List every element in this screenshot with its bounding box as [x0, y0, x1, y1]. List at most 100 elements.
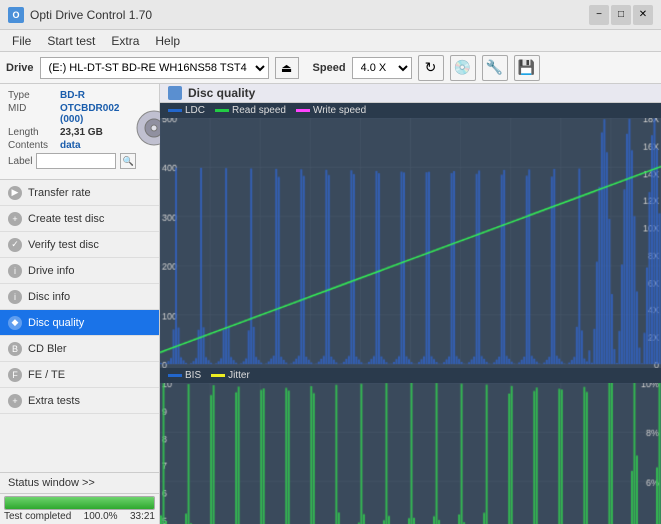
chart-top-ldc: LDC Read speed Write speed [160, 103, 661, 368]
bis-label: BIS [185, 370, 201, 381]
length-label: Length [8, 127, 60, 138]
minimize-button[interactable]: − [589, 5, 609, 25]
eject-button[interactable]: ⏏ [275, 57, 299, 79]
length-value: 23,31 GB [60, 127, 103, 138]
contents-label: Contents [8, 140, 60, 151]
drivebar: Drive (E:) HL-DT-ST BD-RE WH16NS58 TST4 … [0, 52, 661, 84]
label-label: Label [8, 156, 32, 167]
charts-area: LDC Read speed Write speed [160, 103, 661, 524]
drive-info-icon: i [8, 264, 22, 278]
quality-header: Disc quality [160, 84, 661, 103]
nav-verify-test-disc-label: Verify test disc [28, 239, 99, 251]
mid-label: MID [8, 103, 60, 125]
ldc-color [168, 109, 182, 112]
disc-info-text: Type BD-R MID OTCBDR002 (000) Length 23,… [8, 90, 136, 169]
nav-fe-te[interactable]: F FE / TE [0, 362, 159, 388]
verify-test-disc-icon: ✓ [8, 238, 22, 252]
menubar: File Start test Extra Help [0, 30, 661, 52]
top-chart-canvas [160, 118, 661, 381]
nav-disc-quality[interactable]: ◆ Disc quality [0, 310, 159, 336]
nav-cd-bler[interactable]: B CD Bler [0, 336, 159, 362]
sidebar: Type BD-R MID OTCBDR002 (000) Length 23,… [0, 84, 160, 524]
nav-disc-info[interactable]: i Disc info [0, 284, 159, 310]
menu-extra[interactable]: Extra [103, 32, 147, 50]
burn-button[interactable]: 💿 [450, 55, 476, 81]
create-test-disc-icon: + [8, 212, 22, 226]
progress-bar [4, 496, 155, 510]
drive-select[interactable]: (E:) HL-DT-ST BD-RE WH16NS58 TST4 [40, 57, 269, 79]
nav-fe-te-label: FE / TE [28, 369, 65, 381]
disc-quality-icon: ◆ [8, 316, 22, 330]
nav-verify-test-disc[interactable]: ✓ Verify test disc [0, 232, 159, 258]
speed-select[interactable]: 4.0 X 1.0 X 2.0 X 8.0 X [352, 57, 412, 79]
window-controls: − □ ✕ [589, 5, 653, 25]
progress-area: Test completed 100.0% 33:21 [0, 493, 159, 524]
nav-transfer-rate[interactable]: ▶ Transfer rate [0, 180, 159, 206]
progress-percent: 100.0% [84, 511, 118, 522]
nav-drive-info-label: Drive info [28, 265, 74, 277]
disc-info-icon: i [8, 290, 22, 304]
titlebar: O Opti Drive Control 1.70 − □ ✕ [0, 0, 661, 30]
jitter-label: Jitter [228, 370, 250, 381]
bot-chart-canvas [160, 383, 661, 524]
maximize-button[interactable]: □ [611, 5, 631, 25]
legend-bis: BIS [168, 370, 201, 381]
read-color [215, 109, 229, 112]
speed-label: Speed [313, 62, 346, 74]
transfer-rate-icon: ▶ [8, 186, 22, 200]
content-area: Disc quality LDC Read speed [160, 84, 661, 524]
nav-drive-info[interactable]: i Drive info [0, 258, 159, 284]
menu-starttest[interactable]: Start test [39, 32, 103, 50]
nav-extra-tests[interactable]: + Extra tests [0, 388, 159, 414]
label-search-button[interactable]: 🔍 [120, 153, 136, 169]
nav-create-test-disc-label: Create test disc [28, 213, 104, 225]
nav-extra-tests-label: Extra tests [28, 395, 80, 407]
refresh-button[interactable]: ↻ [418, 55, 444, 81]
nav-create-test-disc[interactable]: + Create test disc [0, 206, 159, 232]
bis-color [168, 374, 182, 377]
cd-bler-icon: B [8, 342, 22, 356]
chart-bot-legend: BIS Jitter [160, 368, 661, 383]
disc-panel: Type BD-R MID OTCBDR002 (000) Length 23,… [0, 84, 159, 180]
mid-value: OTCBDR002 (000) [60, 103, 136, 125]
chart-bot-bis: BIS Jitter [160, 368, 661, 524]
fe-te-icon: F [8, 368, 22, 382]
status-window-text: Status window >> [8, 477, 95, 489]
menu-help[interactable]: Help [147, 32, 188, 50]
menu-file[interactable]: File [4, 32, 39, 50]
contents-value: data [60, 140, 81, 151]
extra-tests-icon: + [8, 394, 22, 408]
drive-label: Drive [6, 62, 34, 74]
save-button[interactable]: 💾 [514, 55, 540, 81]
settings-button[interactable]: 🔧 [482, 55, 508, 81]
type-label: Type [8, 90, 60, 101]
close-button[interactable]: ✕ [633, 5, 653, 25]
main-area: Type BD-R MID OTCBDR002 (000) Length 23,… [0, 84, 661, 524]
type-value: BD-R [60, 90, 85, 101]
ldc-label: LDC [185, 105, 205, 116]
write-label: Write speed [313, 105, 366, 116]
progress-bar-fill [5, 497, 154, 509]
app-title: Opti Drive Control 1.70 [30, 8, 589, 22]
app-icon: O [8, 7, 24, 23]
quality-title: Disc quality [188, 86, 255, 100]
legend-jitter: Jitter [211, 370, 250, 381]
nav-transfer-rate-label: Transfer rate [28, 187, 91, 199]
nav-disc-info-label: Disc info [28, 291, 70, 303]
nav-cd-bler-label: CD Bler [28, 343, 67, 355]
legend-ldc: LDC [168, 105, 205, 116]
progress-footer: Test completed 100.0% 33:21 [4, 511, 155, 522]
chart-top-legend: LDC Read speed Write speed [160, 103, 661, 118]
two-charts: LDC Read speed Write speed [160, 103, 661, 524]
progress-time: 33:21 [130, 511, 155, 522]
legend-read: Read speed [215, 105, 286, 116]
status-text: Test completed [4, 511, 71, 522]
nav-items: ▶ Transfer rate + Create test disc ✓ Ver… [0, 180, 159, 472]
jitter-color [211, 374, 225, 377]
quality-header-icon [168, 86, 182, 100]
label-input[interactable] [36, 153, 116, 169]
write-color [296, 109, 310, 112]
legend-write: Write speed [296, 105, 366, 116]
disc-header: Type BD-R MID OTCBDR002 (000) Length 23,… [8, 90, 151, 169]
status-window-link[interactable]: Status window >> [0, 472, 159, 493]
